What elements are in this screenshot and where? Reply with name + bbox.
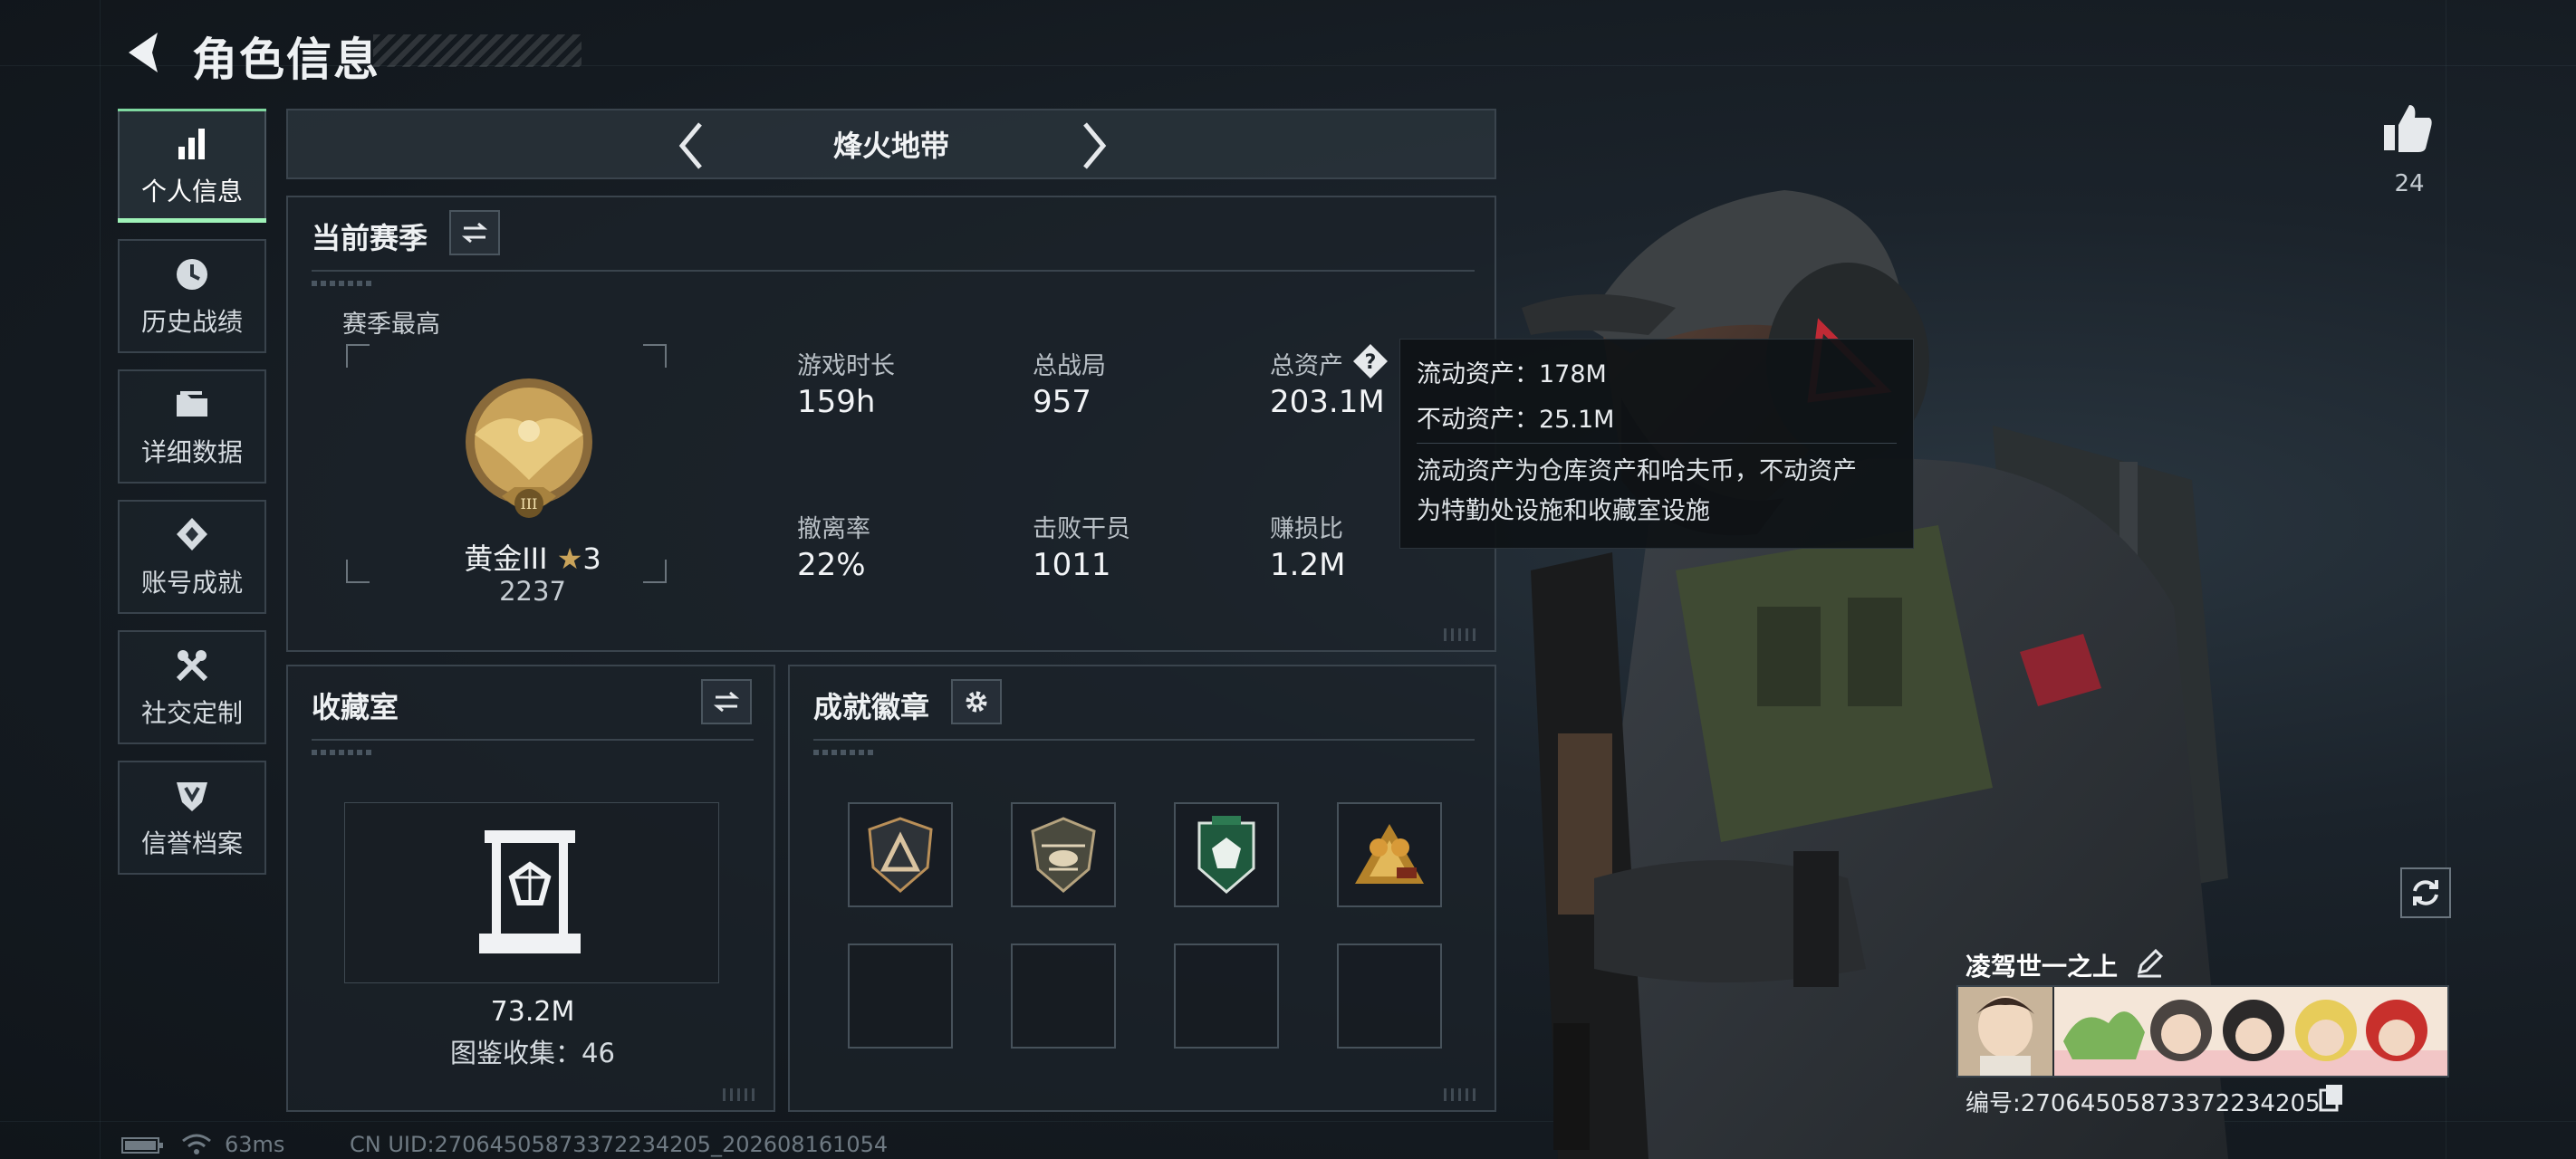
badge-slot-gold[interactable]: [1337, 802, 1442, 907]
rank-points: 2237: [499, 576, 566, 607]
swap-icon: [461, 222, 488, 244]
achievement-icon: [177, 518, 207, 551]
tooltip-liquid-assets: 流动资产：178M: [1417, 360, 1607, 388]
season-panel: 当前赛季 赛季最高 III 黄金III ★3 2237 游戏时长 159h 总战…: [286, 196, 1496, 652]
banner-characters: [2054, 987, 2447, 1076]
collection-panel: 收藏室 73.2M 图鉴收集：46: [286, 665, 775, 1112]
copy-icon[interactable]: [2319, 1083, 2346, 1112]
stat-value-playtime: 159h: [797, 384, 876, 420]
badge-slot-empty[interactable]: [1337, 943, 1442, 1049]
badges-title: 成就徽章: [813, 690, 930, 724]
gear-icon: [966, 691, 987, 713]
tooltip-description-line-1: 流动资产为仓库资产和哈夫币，不动资产: [1417, 457, 1857, 485]
star-icon: ★: [556, 541, 583, 576]
title-decoration: [373, 34, 582, 67]
nav-label: 个人信息: [140, 177, 243, 206]
nav-label: 详细数据: [140, 437, 243, 467]
clock-icon: [177, 259, 207, 290]
like-count: 24: [2394, 170, 2425, 197]
helicopter-badge-icon: [1031, 817, 1096, 893]
back-arrow-icon[interactable]: [120, 27, 165, 78]
season-best-label: 赛季最高: [342, 311, 440, 339]
nav-label: 账号成就: [140, 568, 243, 598]
stat-value-profit-ratio: 1.2M: [1270, 547, 1346, 583]
rank-name: 黄金III: [464, 541, 548, 576]
mode-selector: 烽火地带: [286, 109, 1496, 179]
stat-label-kills: 击败干员: [1033, 515, 1130, 543]
player-id: 编号:270645058733722342​05: [1966, 1090, 2321, 1117]
tooltip-description-line-2: 为特勤处设施和收藏室设施: [1417, 497, 1710, 525]
folder-icon: [177, 391, 207, 417]
edit-pencil-icon[interactable]: [2134, 947, 2165, 978]
wifi-icon: [182, 1134, 211, 1154]
nav-personal-info[interactable]: 个人信息: [118, 109, 266, 223]
nav-history[interactable]: 历史战绩: [118, 239, 266, 353]
stat-label-assets: 总资产: [1270, 352, 1343, 380]
thumbs-up-icon[interactable]: [2380, 101, 2435, 156]
mode-name: 烽火地带: [832, 129, 949, 163]
stat-label-profit-ratio: 赚损比: [1270, 515, 1343, 543]
ping: 63ms: [225, 1132, 285, 1157]
svg-text:III: III: [521, 495, 538, 512]
nav-social-custom[interactable]: 社交定制: [118, 630, 266, 744]
page-title: 角色信息: [192, 34, 380, 86]
help-icon[interactable]: ?: [1351, 342, 1389, 380]
chevron-right-icon[interactable]: [1076, 119, 1112, 173]
collection-switch-button[interactable]: [701, 679, 752, 724]
badge-slot-empty[interactable]: [1011, 943, 1116, 1049]
badge-slot-empty[interactable]: [1174, 943, 1279, 1049]
tooltip-fixed-assets: 不动资产：25.1M: [1417, 406, 1615, 434]
collection-value: 73.2M: [490, 996, 575, 1028]
svg-text:?: ?: [1365, 351, 1377, 374]
gem-shield-badge-icon: [1197, 816, 1255, 894]
badges-settings-button[interactable]: [951, 679, 1002, 724]
season-title: 当前赛季: [312, 221, 428, 255]
tools-icon: [176, 650, 208, 682]
rank-name-row: 黄金III ★3: [288, 536, 777, 578]
stat-value-extract-rate: 22%: [797, 547, 866, 583]
badge-slot-gem[interactable]: [1174, 802, 1279, 907]
nav-label: 历史战绩: [140, 307, 243, 337]
badge-slot-triangle[interactable]: [848, 802, 953, 907]
triangle-badge-icon: [868, 817, 933, 893]
chevron-left-icon[interactable]: [673, 119, 709, 173]
rotate-button[interactable]: [2400, 867, 2451, 918]
badge-slot-helicopter[interactable]: [1011, 802, 1116, 907]
nav-achievements[interactable]: 账号成就: [118, 500, 266, 614]
badge-slot-empty[interactable]: [848, 943, 953, 1049]
stat-value-matches: 957: [1033, 384, 1091, 420]
season-switch-button[interactable]: [449, 210, 500, 255]
nav-label: 信誉档案: [140, 829, 243, 858]
player-banner[interactable]: [1956, 985, 2449, 1078]
avatar: [1958, 987, 2052, 1076]
stat-value-kills: 1011: [1033, 547, 1111, 583]
stat-value-assets: 203.1M: [1270, 384, 1385, 420]
bar-chart-icon: [178, 129, 205, 159]
nav-label: 社交定制: [140, 698, 243, 728]
badges-panel: 成就徽章: [788, 665, 1496, 1112]
gold-emblem-badge-icon: [1355, 824, 1424, 884]
display-case-icon: [479, 830, 581, 953]
swap-icon: [713, 691, 740, 713]
stat-label-extract-rate: 撤离率: [797, 515, 870, 543]
shield-icon: [177, 782, 207, 811]
refresh-icon: [2413, 880, 2438, 905]
rank-emblem-icon: III: [466, 378, 592, 518]
nav-detail-data[interactable]: 详细数据: [118, 369, 266, 484]
battery-icon: [121, 1137, 163, 1154]
assets-tooltip: 流动资产：178M 不动资产：25.1M 流动资产为仓库资产和哈夫币，不动资产 …: [1399, 339, 1914, 549]
player-name: 凌驾世一之上: [1966, 952, 2119, 982]
collection-display[interactable]: [344, 802, 719, 983]
stat-label-matches: 总战局: [1033, 352, 1106, 380]
uid: CN UID:2706450587337223420​5_20260816105…: [350, 1132, 889, 1157]
collection-title: 收藏室: [312, 690, 399, 724]
rank-stars: 3: [582, 541, 601, 576]
collection-catalog: 图鉴收集：46: [450, 1038, 615, 1068]
nav-reputation[interactable]: 信誉档案: [118, 761, 266, 875]
stat-label-playtime: 游戏时长: [797, 352, 895, 380]
